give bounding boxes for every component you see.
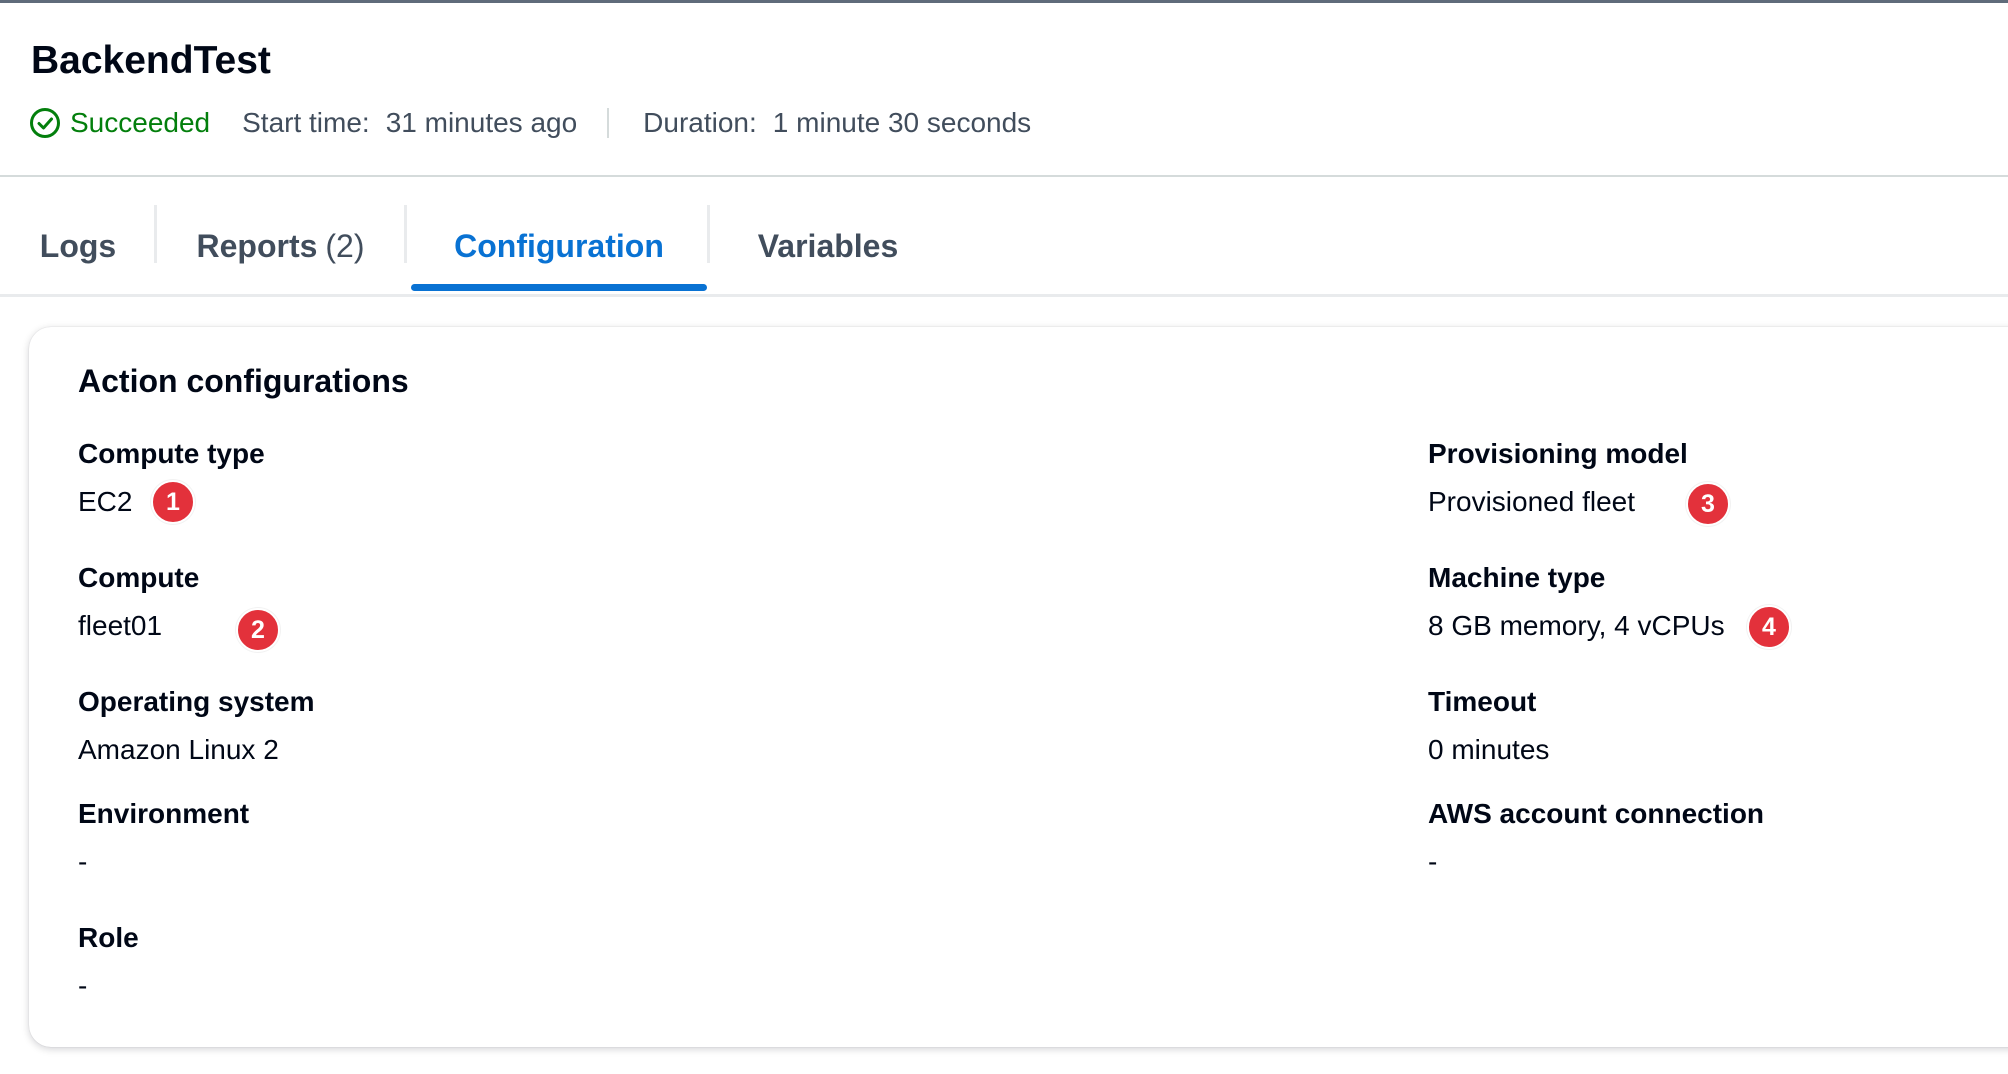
tab-logs[interactable]: Logs <box>0 200 156 292</box>
field-value: - <box>1428 846 1438 877</box>
status-indicator: Succeeded <box>29 105 210 141</box>
compute-field: Compute fleet01 <box>78 561 199 643</box>
aws-account-connection-field: AWS account connection - <box>1428 797 1764 879</box>
callout-badge-3: 3 <box>1686 482 1730 526</box>
start-time-label: Start time: <box>242 107 370 138</box>
tab-reports-count: (2) <box>325 227 365 264</box>
tab-configuration[interactable]: Configuration <box>411 200 707 292</box>
duration-label: Duration: <box>643 107 757 138</box>
field-value: fleet01 <box>78 610 163 641</box>
field-value: 8 GB memory, 4 vCPUs <box>1428 610 1725 641</box>
duration-value: 1 minute 30 seconds <box>772 107 1032 138</box>
field-value: - <box>78 970 88 1001</box>
field-label: Timeout <box>1428 686 1537 717</box>
card-title: Action configurations <box>78 363 409 399</box>
run-header: BackendTest Succeeded Start time: 31 min… <box>0 3 2008 177</box>
callout-badge-1: 1 <box>151 480 195 524</box>
tab-bar: Logs Reports (2) Configuration Variables <box>0 200 2008 297</box>
meta-divider <box>607 108 610 138</box>
start-time-value: 31 minutes ago <box>385 107 578 138</box>
tab-reports-label: Reports <box>196 227 318 264</box>
field-label: Environment <box>78 798 250 829</box>
environment-field: Environment - <box>78 797 249 879</box>
machine-type-field: Machine type 8 GB memory, 4 vCPUs <box>1428 561 1725 643</box>
field-label: Machine type <box>1428 562 1606 593</box>
tab-divider <box>707 205 710 263</box>
operating-system-field: Operating system Amazon Linux 2 <box>78 685 315 767</box>
tab-divider <box>154 205 157 263</box>
action-configurations-card: Action configurations Compute type EC2 C… <box>29 327 2008 1047</box>
field-value: Amazon Linux 2 <box>78 734 279 765</box>
status-text: Succeeded <box>70 107 211 138</box>
tab-variables[interactable]: Variables <box>713 200 943 292</box>
callout-badge-2: 2 <box>236 608 280 652</box>
active-tab-indicator <box>411 284 707 291</box>
tab-configuration-label: Configuration <box>454 227 664 264</box>
provisioning-model-field: Provisioning model Provisioned fleet <box>1428 437 1688 519</box>
field-value: Provisioned fleet <box>1428 486 1636 517</box>
tab-reports[interactable]: Reports (2) <box>157 200 404 292</box>
page-title: BackendTest <box>31 39 271 82</box>
field-label: Compute type <box>78 438 265 469</box>
field-label: Role <box>78 922 139 953</box>
check-circle-icon <box>30 108 60 138</box>
field-label: Provisioning model <box>1428 438 1688 469</box>
field-value: 0 minutes <box>1428 734 1550 765</box>
field-label: Operating system <box>78 686 315 717</box>
field-value: - <box>78 846 88 877</box>
tab-variables-label: Variables <box>757 227 899 264</box>
timeout-field: Timeout 0 minutes <box>1428 685 1549 767</box>
tab-logs-label: Logs <box>39 227 117 264</box>
callout-badge-4: 4 <box>1747 605 1791 649</box>
field-label: Compute <box>78 562 200 593</box>
run-meta: Succeeded Start time: 31 minutes ago Dur… <box>29 105 1031 141</box>
field-label: AWS account connection <box>1428 798 1765 829</box>
role-field: Role - <box>78 921 139 1003</box>
tab-divider <box>404 205 407 263</box>
